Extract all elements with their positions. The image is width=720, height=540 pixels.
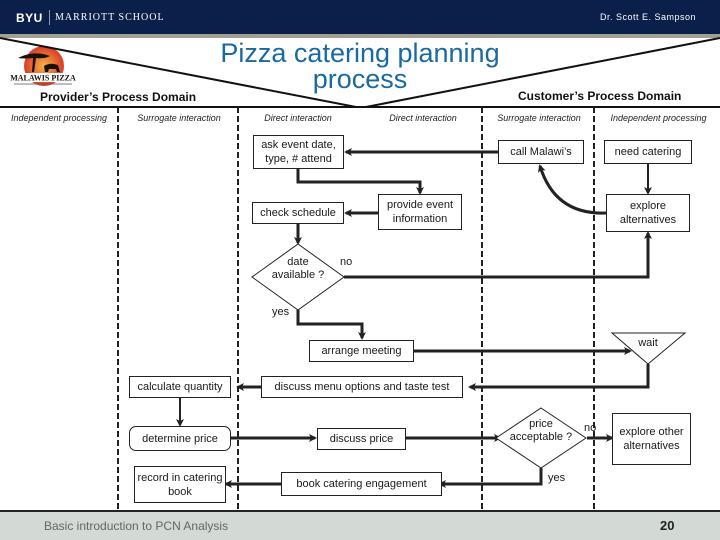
node-determine-price[interactable]: determine price bbox=[129, 426, 231, 451]
flow-arrow bbox=[344, 231, 652, 279]
node-call-malawis[interactable]: call Malawi’s bbox=[498, 140, 584, 164]
price-yes-label: yes bbox=[548, 472, 566, 484]
node-date-available[interactable]: date available ? bbox=[266, 256, 330, 282]
node-explore-other-alternatives[interactable]: explore other alternatives bbox=[612, 413, 691, 465]
node-ask-event[interactable]: ask event date, type, # attend bbox=[253, 135, 344, 169]
node-wait[interactable]: wait bbox=[622, 337, 674, 350]
node-provide-event-info[interactable]: provide event information bbox=[378, 194, 462, 230]
node-price-acceptable[interactable]: price acceptable ? bbox=[508, 418, 574, 444]
node-discuss-price[interactable]: discuss price bbox=[317, 428, 406, 450]
price-no-label: no bbox=[584, 422, 597, 434]
node-need-catering[interactable]: need catering bbox=[604, 140, 692, 164]
date-yes-label: yes bbox=[272, 306, 290, 318]
customer-domain-diagonal bbox=[365, 37, 720, 108]
flow-arrow bbox=[468, 364, 650, 391]
footer-caption: Basic introduction to PCN Analysis bbox=[44, 519, 229, 533]
date-no-label: no bbox=[340, 256, 353, 268]
node-book-catering[interactable]: book catering engagement bbox=[281, 472, 442, 496]
node-record-catering[interactable]: record in catering book bbox=[134, 466, 226, 503]
node-arrange-meeting[interactable]: arrange meeting bbox=[309, 340, 414, 362]
flow-arrow bbox=[537, 164, 607, 215]
node-check-schedule[interactable]: check schedule bbox=[252, 202, 344, 224]
node-discuss-menu[interactable]: discuss menu options and taste test bbox=[261, 376, 463, 398]
page-number: 20 bbox=[660, 518, 675, 533]
node-explore-alternatives[interactable]: explore alternatives bbox=[606, 194, 690, 232]
provider-domain-diagonal bbox=[0, 37, 357, 108]
flow-arrow bbox=[296, 306, 366, 340]
flow-arrow bbox=[296, 168, 424, 195]
flow-arrow bbox=[438, 468, 543, 488]
node-calculate-quantity[interactable]: calculate quantity bbox=[129, 376, 231, 398]
